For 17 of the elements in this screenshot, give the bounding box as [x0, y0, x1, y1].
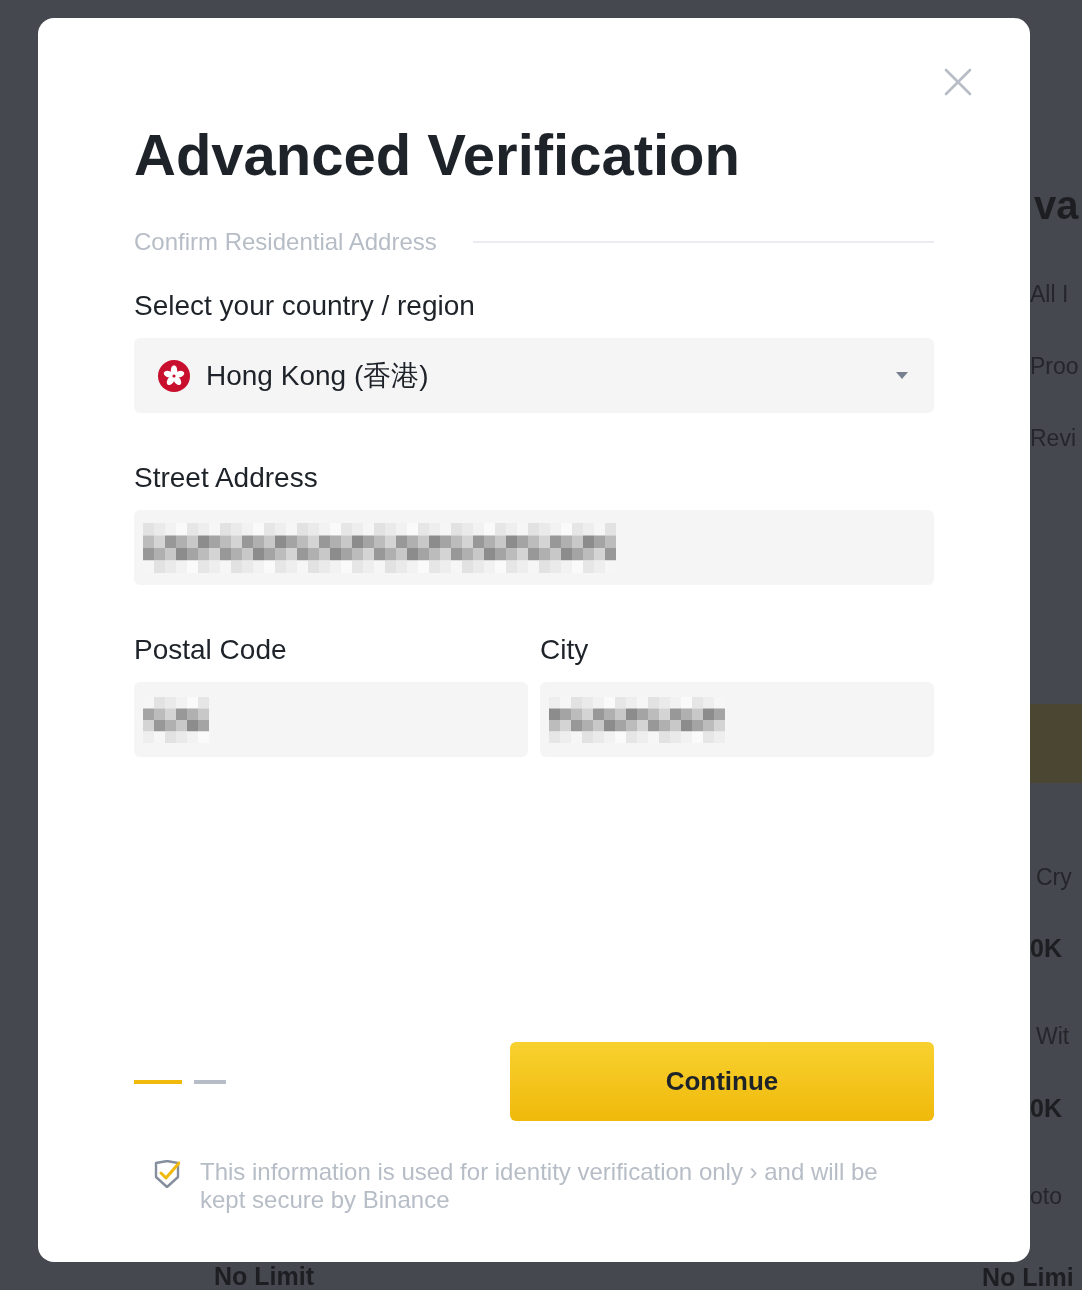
field-label: Street Address [134, 461, 319, 495]
text-field[interactable] [134, 682, 528, 757]
field-label: Select your country / region [134, 289, 476, 323]
close-button[interactable] [944, 68, 972, 96]
country-select[interactable]: Hong Kong (香港) [134, 338, 934, 413]
text-field[interactable] [540, 682, 934, 757]
shield-check-icon [154, 1160, 180, 1188]
flag-icon [158, 359, 190, 392]
field-label: City [540, 633, 590, 667]
close-icon [944, 68, 972, 96]
text-field[interactable] [134, 510, 934, 585]
caret-icon [896, 372, 908, 379]
field-label: Postal Code [134, 633, 288, 667]
section-title: Confirm Residential Address [134, 227, 437, 257]
security-note: This information is used for identity verification only › and will be kept secure by Binance [200, 1158, 879, 1214]
continue-button[interactable]: Continue [510, 1042, 934, 1121]
dialog-title: Advanced Verification [134, 121, 741, 189]
